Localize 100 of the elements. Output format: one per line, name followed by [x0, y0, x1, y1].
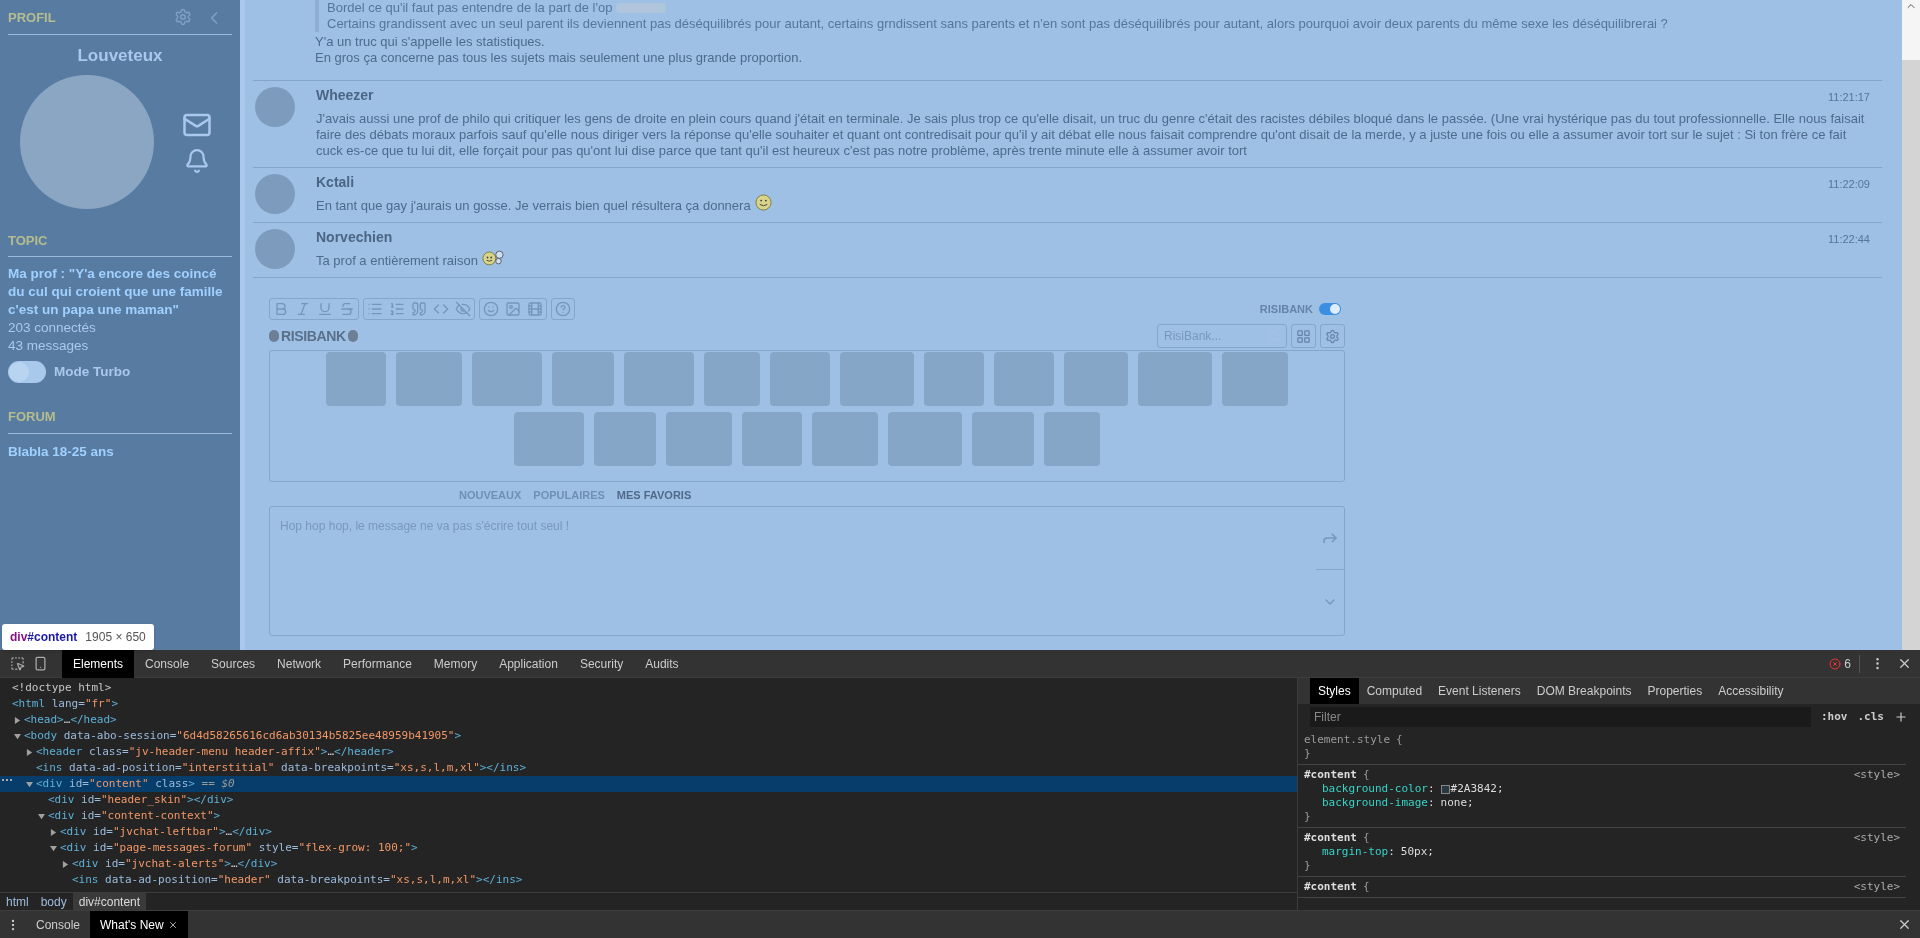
sticker-photo-placeholder[interactable]	[812, 412, 878, 466]
rule-source-link[interactable]: <style>	[1853, 880, 1900, 894]
dom-node-row[interactable]: <header class="jv-header-menu header-affix">…</header>	[0, 744, 1297, 760]
devtools-tab[interactable]: Console	[134, 649, 201, 678]
settings-button[interactable]	[1320, 324, 1345, 348]
styles-pane-tab[interactable]: Accessibility	[1710, 678, 1792, 704]
sticker-photo-placeholder[interactable]	[770, 352, 830, 406]
styles-pane-tab[interactable]: DOM Breakpoints	[1528, 678, 1640, 704]
close-icon[interactable]	[1897, 656, 1912, 671]
brace: {	[1363, 831, 1370, 845]
dom-node-row[interactable]: <head>…</head>	[0, 712, 1297, 728]
italic-icon[interactable]	[295, 301, 311, 317]
bold-icon[interactable]	[273, 301, 289, 317]
cls-button[interactable]: .cls	[1857, 708, 1884, 726]
toggle-switch[interactable]	[1319, 303, 1341, 315]
devtools-tab[interactable]: Sources	[200, 649, 267, 678]
sticker-photo-placeholder[interactable]	[1044, 412, 1100, 466]
numbered-list-icon[interactable]	[389, 301, 405, 317]
expanded-triangle-icon[interactable]	[38, 812, 45, 820]
dom-node-row[interactable]: <ins data-ad-position="interstitial" data-breakpoints="xs,s,l,m,xl"></ins>	[0, 760, 1297, 776]
expanded-triangle-icon[interactable]	[50, 844, 57, 852]
drawer-tab[interactable]: What's New	[90, 910, 188, 938]
underline-icon[interactable]	[317, 301, 333, 317]
color-swatch[interactable]	[1440, 784, 1450, 794]
settings-icon[interactable]	[174, 8, 192, 26]
image-icon[interactable]	[505, 301, 521, 317]
add-rule-icon[interactable]	[1894, 710, 1908, 724]
collapsed-triangle-icon[interactable]	[62, 860, 69, 868]
sticker-photo-placeholder[interactable]	[1064, 352, 1128, 406]
sticker-photo-placeholder[interactable]	[1138, 352, 1212, 406]
code-icon[interactable]	[433, 301, 449, 317]
eye-off-icon[interactable]	[455, 301, 471, 317]
grid-icon[interactable]	[1296, 328, 1311, 344]
devtools-tab[interactable]: Performance	[332, 649, 423, 678]
scrollbar[interactable]	[1902, 0, 1920, 650]
close-icon[interactable]	[167, 919, 178, 930]
breadcrumb[interactable]: body	[34, 892, 73, 911]
film-icon[interactable]	[527, 301, 543, 317]
devtools-tab[interactable]: Security	[568, 649, 635, 678]
collapsed-triangle-icon[interactable]	[26, 748, 33, 756]
drawer-tab[interactable]: Console	[26, 910, 91, 938]
sticker-photo-placeholder[interactable]	[742, 412, 802, 466]
dom-node-row[interactable]: <div id="page-messages-forum" style="flex-grow: 100;">	[0, 840, 1297, 856]
dom-node-row[interactable]: <!doctype html>	[0, 680, 1297, 696]
sticker-photo-placeholder[interactable]	[1222, 352, 1288, 406]
device-icon[interactable]	[33, 656, 48, 671]
styles-pane-tab[interactable]: Event Listeners	[1430, 678, 1529, 704]
close-icon[interactable]	[1897, 917, 1912, 932]
settings-icon[interactable]	[1325, 328, 1340, 344]
error-count[interactable]: 6	[1844, 654, 1851, 673]
sticker-photo-placeholder[interactable]	[704, 352, 760, 406]
styles-pane-tab[interactable]: Computed	[1358, 678, 1431, 704]
styles-pane-tab[interactable]: Styles	[1310, 678, 1359, 704]
devtools-tab[interactable]: Memory	[422, 649, 489, 678]
bullet-list-icon[interactable]	[367, 301, 383, 317]
collapsed-triangle-icon[interactable]	[50, 828, 57, 836]
devtools-tab[interactable]: Audits	[634, 649, 690, 678]
dom-node-row[interactable]: <html lang="fr">	[0, 696, 1297, 712]
sticker-photo-placeholder[interactable]	[552, 352, 614, 406]
styles-pane-tab[interactable]: Properties	[1639, 678, 1711, 704]
sticker-photo-placeholder[interactable]	[594, 412, 656, 466]
devtools-tab[interactable]: Network	[266, 649, 333, 678]
sticker-photo-placeholder[interactable]	[472, 352, 542, 406]
bell-icon[interactable]	[184, 147, 210, 174]
sticker-photo-placeholder[interactable]	[994, 352, 1054, 406]
dom-node-row[interactable]: <ins data-ad-position="header" data-breakpoints="xs,s,l,m,xl"></ins>	[0, 872, 1297, 888]
dom-node-row[interactable]: <body data-abo-session="6d4d58265616cd6ab30134b5825ee48959b41905">	[0, 728, 1297, 744]
sticker-photo-placeholder[interactable]	[514, 412, 584, 466]
expanded-triangle-icon[interactable]	[26, 780, 33, 788]
sticker-photo-placeholder[interactable]	[972, 412, 1034, 466]
dom-node-row[interactable]: <div id="jvchat-alerts">…</div>	[0, 856, 1297, 872]
dom-node-row[interactable]: <div id="content-context">	[0, 808, 1297, 824]
dom-node-row[interactable]: <div id="jvchat-leftbar">…</div>	[0, 824, 1297, 840]
sticker-photo-placeholder[interactable]	[666, 412, 732, 466]
filter-field[interactable]: Filter	[1310, 707, 1811, 727]
grid-button[interactable]	[1291, 324, 1316, 348]
hov-button[interactable]: :hov	[1821, 708, 1848, 726]
strikethrough-icon[interactable]	[339, 301, 355, 317]
quote-icon[interactable]	[411, 301, 427, 317]
breadcrumb[interactable]: div#content	[72, 892, 147, 911]
sticker-photo-placeholder[interactable]	[396, 352, 462, 406]
error-icon[interactable]	[1829, 657, 1842, 670]
expanded-triangle-icon[interactable]	[14, 732, 21, 740]
help-icon[interactable]	[555, 301, 571, 317]
rule-source-link[interactable]: <style>	[1853, 831, 1900, 845]
inspect-icon[interactable]	[10, 656, 25, 671]
sticker-photo-placeholder[interactable]	[924, 352, 984, 406]
smiley-icon[interactable]	[483, 301, 499, 317]
devtools-tab[interactable]: Elements	[62, 649, 135, 678]
dom-node-row[interactable]: <div id="content" class> == $0	[0, 776, 1297, 792]
sticker-photo-placeholder[interactable]	[624, 352, 694, 406]
sticker-photo-placeholder[interactable]	[840, 352, 914, 406]
rule-source-link[interactable]: <style>	[1853, 768, 1900, 782]
breadcrumb[interactable]: html	[0, 892, 35, 911]
dom-node-row[interactable]: <div id="header_skin"></div>	[0, 792, 1297, 808]
sticker-photo-placeholder[interactable]	[888, 412, 962, 466]
collapsed-triangle-icon[interactable]	[14, 716, 21, 724]
devtools-tab[interactable]: Application	[488, 649, 569, 678]
sticker-photo-placeholder[interactable]	[326, 352, 386, 406]
toggle-switch[interactable]	[8, 361, 46, 383]
